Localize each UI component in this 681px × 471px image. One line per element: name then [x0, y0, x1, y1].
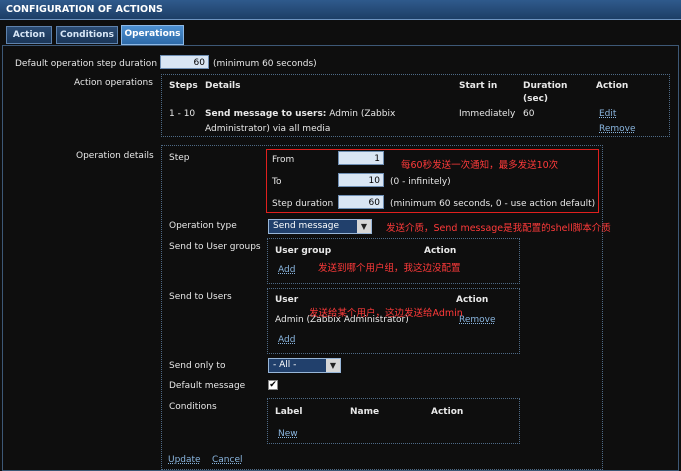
step-duration-hint: (minimum 60 seconds) [213, 59, 317, 69]
tab-action[interactable]: Action [6, 26, 52, 44]
col-user-group-action: Action [424, 246, 457, 256]
add-user-link[interactable]: Add [278, 335, 295, 345]
page-title: CONFIGURATION OF ACTIONS [6, 4, 163, 15]
annotation-step: 每60秒发送一次通知，最多发送10次 [401, 160, 559, 171]
to-hint: (0 - infinitely) [390, 177, 451, 187]
to-input[interactable]: 10 [338, 173, 384, 187]
annotation-users: 发送给某个用户，这边发送给Admin [309, 308, 463, 319]
col-details: Details [205, 81, 241, 91]
step-duration-field-label: Step duration [272, 199, 334, 209]
user-groups-label: Send to User groups [169, 242, 261, 252]
row-steps: 1 - 10 [169, 109, 196, 119]
to-label: To [272, 177, 282, 187]
annotation-user-groups: 发送到哪个用户组，我这边没配置 [318, 263, 461, 274]
from-input[interactable]: 1 [338, 151, 384, 165]
step-duration-field-input[interactable]: 60 [338, 195, 384, 209]
chevron-down-icon: ▼ [326, 359, 340, 372]
header-bar: CONFIGURATION OF ACTIONS [0, 0, 681, 20]
cancel-link[interactable]: Cancel [212, 455, 243, 465]
tab-conditions[interactable]: Conditions [56, 26, 118, 44]
col-steps: Steps [169, 81, 198, 91]
default-message-label: Default message [169, 381, 246, 391]
new-condition-link[interactable]: New [278, 429, 298, 439]
operation-type-select[interactable]: Send message ▼ [268, 219, 372, 234]
row-start-in: Immediately [459, 109, 516, 119]
row-details-line2: Administrator) via all media [205, 124, 331, 134]
step-duration-label: Default operation step duration [15, 59, 158, 69]
chevron-down-icon: ▼ [357, 220, 371, 233]
conditions-label: Conditions [169, 402, 217, 412]
edit-operation-link[interactable]: Edit [599, 109, 616, 119]
col-duration: Duration [523, 81, 568, 91]
row-details-line1: Admin (Zabbix [329, 109, 396, 119]
col-start-in: Start in [459, 81, 498, 91]
default-message-checkbox[interactable]: ✔ [268, 380, 278, 390]
col-condition-label: Label [275, 407, 303, 417]
step-duration-input[interactable]: 60 [160, 55, 209, 69]
send-only-to-label: Send only to [169, 361, 226, 371]
col-action: Action [596, 81, 629, 91]
col-user-group: User group [275, 246, 332, 256]
conditions-table [267, 398, 520, 444]
send-only-to-select[interactable]: - All - ▼ [268, 358, 341, 373]
update-link[interactable]: Update [168, 455, 201, 465]
tab-operations[interactable]: Operations [121, 25, 184, 45]
add-user-group-link[interactable]: Add [278, 265, 295, 275]
remove-user-link[interactable]: Remove [459, 315, 496, 325]
col-condition-name: Name [350, 407, 380, 417]
step-label: Step [169, 153, 190, 163]
users-label: Send to Users [169, 292, 232, 302]
col-duration-unit: (sec) [523, 94, 549, 104]
col-condition-action: Action [431, 407, 464, 417]
row-duration: 60 [523, 109, 535, 119]
operation-type-label: Operation type [169, 221, 237, 231]
col-user: User [275, 295, 299, 305]
row-details-bold: Send message to users: [205, 109, 327, 119]
operation-type-value: Send message [273, 221, 339, 231]
col-user-action: Action [456, 295, 489, 305]
from-label: From [272, 155, 295, 165]
operation-details-label: Operation details [76, 151, 154, 161]
step-duration-field-hint: (minimum 60 seconds, 0 - use action defa… [390, 199, 596, 209]
annotation-operation-type: 发送介质，Send message是我配置的shell脚本介质 [386, 223, 611, 234]
remove-operation-link[interactable]: Remove [599, 124, 636, 134]
send-only-to-value: - All - [273, 360, 297, 370]
row-details: Send message to users: Admin (Zabbix [205, 109, 395, 119]
action-operations-label: Action operations [74, 78, 153, 88]
